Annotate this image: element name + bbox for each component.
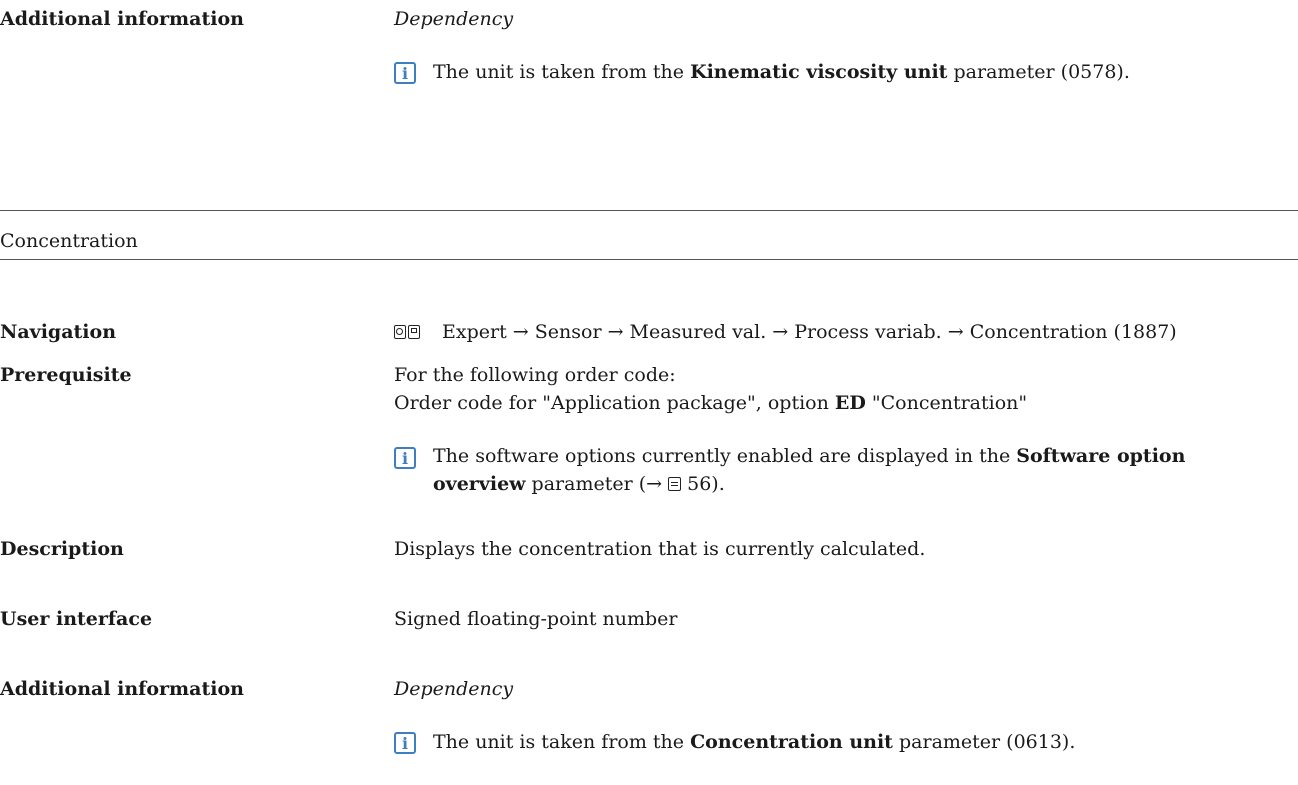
additional-info-label: Additional information: [0, 678, 244, 700]
prerequisite-line2: Order code for "Application package", op…: [394, 392, 1028, 414]
prerequisite-line1: For the following order code:: [394, 364, 676, 386]
section-top-rule: [0, 210, 1298, 211]
section-title: Concentration: [0, 230, 138, 252]
description-value: Displays the concentration that is curre…: [394, 538, 926, 560]
info-icon: i: [394, 62, 416, 84]
prerequisite-note-line1: The software options currently enabled a…: [433, 445, 1186, 467]
top-dependency-heading: Dependency: [394, 8, 514, 30]
info-icon: i: [394, 732, 416, 754]
operating-tool-icon: [408, 325, 420, 339]
info-icon: i: [394, 447, 416, 469]
description-label: Description: [0, 538, 124, 560]
navigation-label: Navigation: [0, 321, 117, 343]
top-dependency-note: The unit is taken from the Kinematic vis…: [433, 61, 1130, 83]
prerequisite-label: Prerequisite: [0, 364, 132, 386]
user-interface-value: Signed floating-point number: [394, 608, 678, 630]
user-interface-label: User interface: [0, 608, 153, 630]
navigation-path: Expert → Sensor → Measured val. → Proces…: [394, 321, 1177, 343]
page-reference-icon: [668, 477, 682, 491]
display-operation-icon: [394, 325, 406, 339]
section-bottom-rule: [0, 259, 1298, 260]
prerequisite-note-line2: overview parameter (→ 56).: [433, 473, 725, 495]
dependency-note: The unit is taken from the Concentration…: [433, 731, 1076, 753]
top-additional-info-label: Additional information: [0, 8, 244, 30]
dependency-heading: Dependency: [394, 678, 514, 700]
